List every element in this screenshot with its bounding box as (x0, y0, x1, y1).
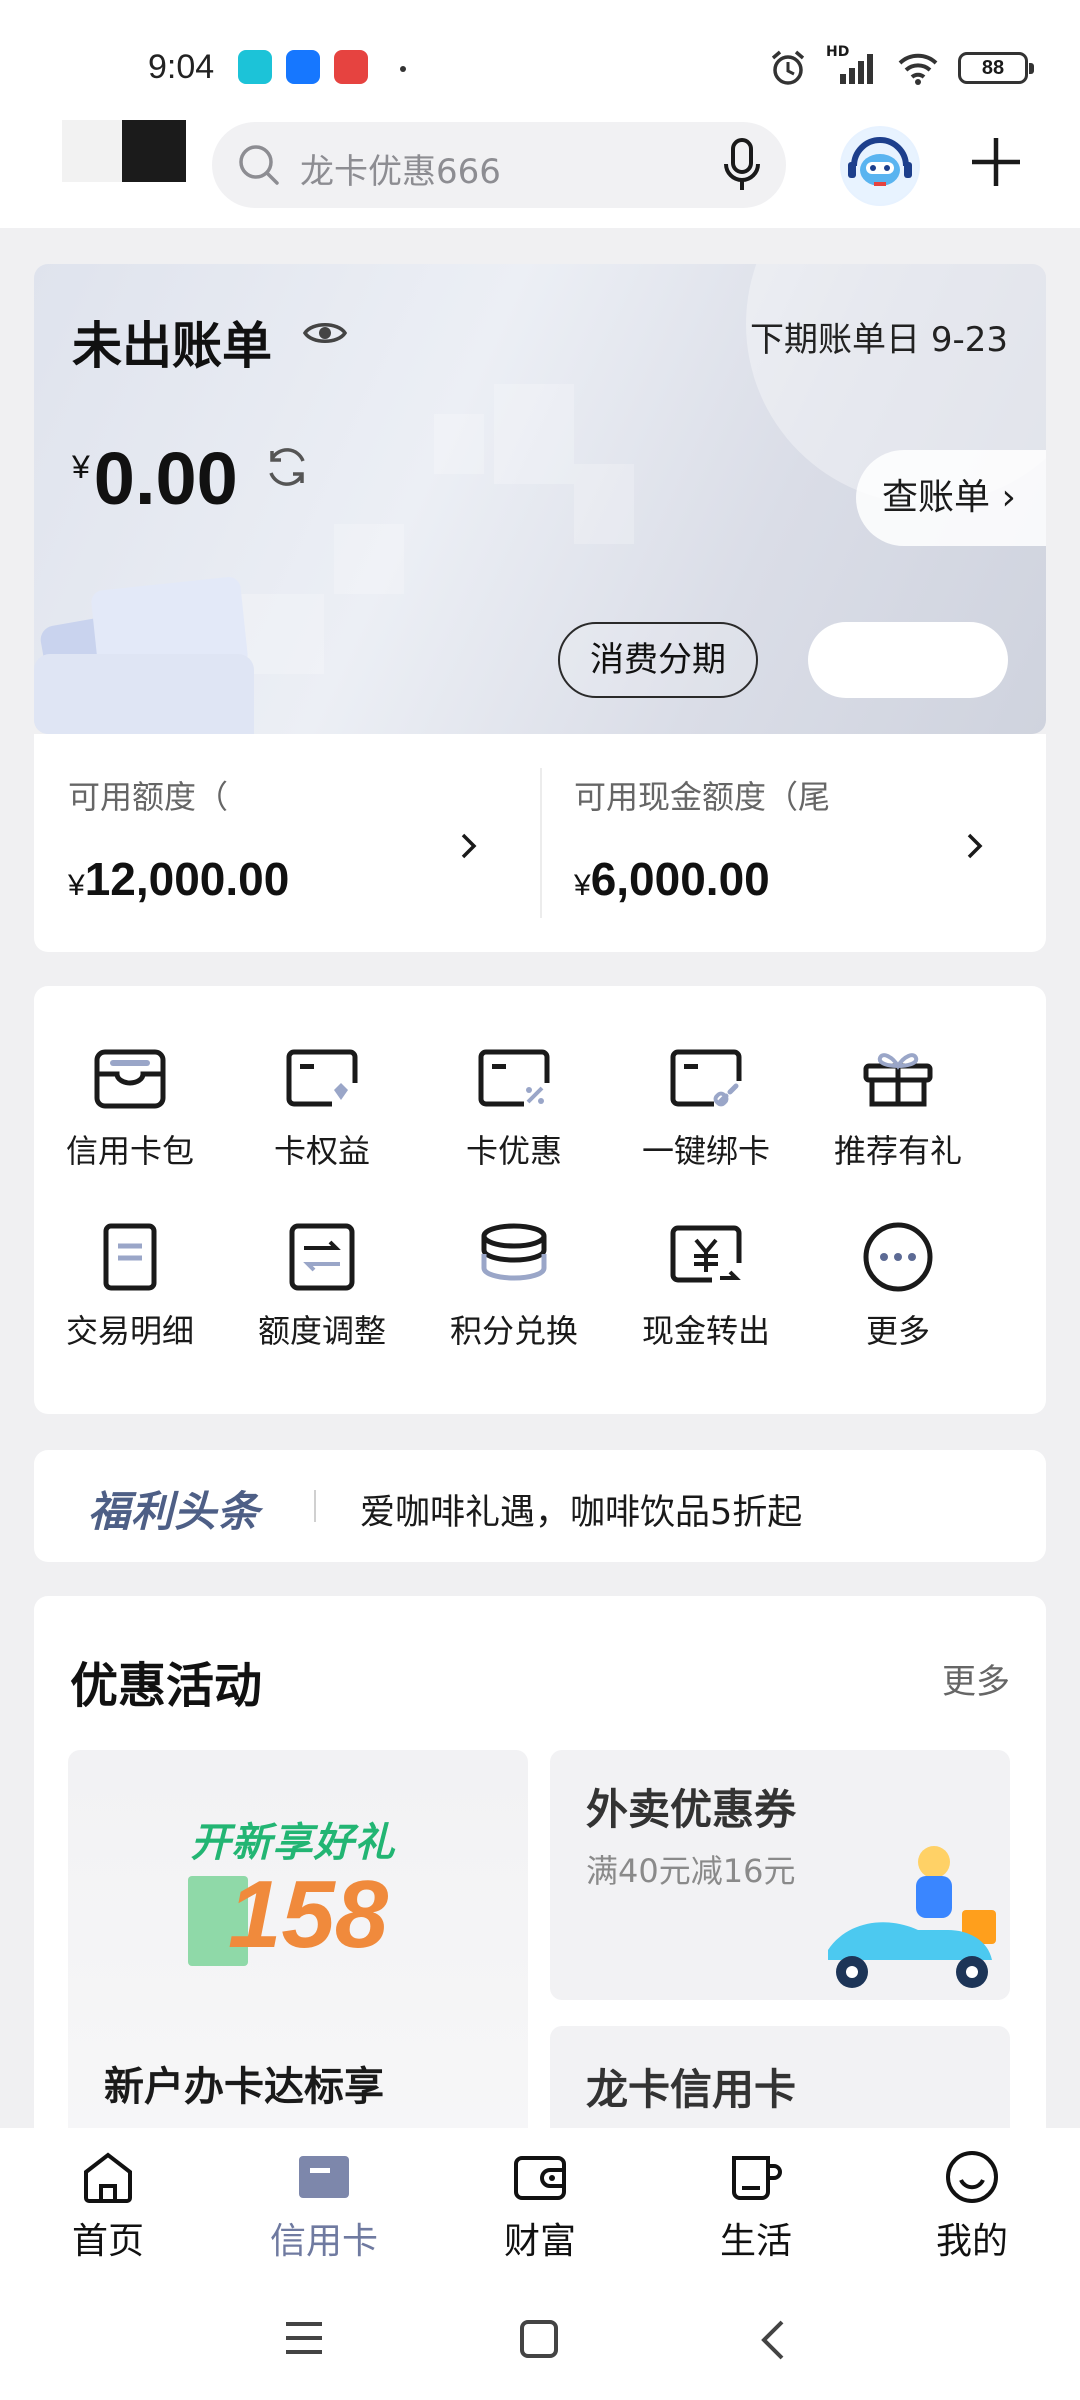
cash-transfer-icon (670, 1225, 742, 1283)
home-square-icon[interactable] (518, 2318, 560, 2364)
cash-limit-value: ¥6,000.00 (574, 853, 770, 905)
system-navigation-bar (0, 2278, 1080, 2400)
battery-indicator: 88 (958, 52, 1034, 84)
credit-card-icon (299, 2156, 349, 2198)
welfare-headline-brand: 福利头条 (88, 1487, 261, 1536)
top-header: 龙卡优惠666 (0, 120, 1080, 228)
signal-icon: HD (826, 44, 878, 86)
more-notifications-dot (400, 66, 406, 72)
tab-home[interactable]: 首页 (33, 2150, 183, 2264)
new-user-caption: 新户办卡达标享 (104, 2064, 384, 2110)
more-icon (863, 1222, 933, 1292)
longcard-title: 龙卡信用卡 (586, 2065, 797, 2114)
chevron-right-icon (967, 833, 983, 859)
installment-button[interactable]: 消费分期 (558, 622, 758, 698)
promotions-more-link[interactable]: 更多 (942, 1654, 1010, 1703)
assistant-robot-icon[interactable] (840, 126, 920, 206)
available-limit-value: ¥12,000.00 (68, 853, 290, 905)
grid-item-card-discount[interactable]: 卡优惠 (418, 1046, 610, 1172)
microphone-icon[interactable] (722, 134, 762, 196)
alarm-icon (771, 50, 805, 85)
menu-icon[interactable] (282, 2318, 326, 2362)
unbilled-amount: ¥0.00 (72, 437, 238, 520)
notification-app-icon (334, 50, 368, 84)
new-user-banner: 开新享好礼 158 (188, 1810, 398, 1980)
available-limit[interactable]: 可用额度（ ¥12,000.00 (34, 734, 540, 952)
available-limit-label: 可用额度（ (68, 778, 229, 816)
limit-adjust-icon (289, 1223, 355, 1291)
welfare-headline-text: 爱咖啡礼遇，咖啡饮品5折起 (360, 1493, 803, 1533)
wallet-icon (514, 2156, 566, 2200)
grid-item-card-bind[interactable]: 一键绑卡 (610, 1046, 802, 1172)
promotions-title: 优惠活动 (70, 1658, 263, 1714)
transaction-detail-icon (103, 1223, 157, 1291)
grid-item-cash-transfer[interactable]: 现金转出 (610, 1222, 802, 1352)
gift-icon (863, 1053, 933, 1107)
promotions-section: 优惠活动 更多 开新享好礼 158 新户办卡达标享 外卖优惠券 满40元减16元… (34, 1596, 1046, 2136)
promo-card-delivery-coupon[interactable]: 外卖优惠券 满40元减16元 (550, 1750, 1010, 2000)
eye-icon[interactable] (302, 316, 348, 350)
add-icon[interactable] (968, 134, 1024, 190)
credit-limit-panel: 可用额度（ ¥12,000.00 可用现金额度（尾 ¥6,000.00 (34, 734, 1046, 952)
promo-card-longcard[interactable]: 龙卡信用卡 (550, 2026, 1010, 2136)
function-grid: 信用卡包 卡权益 卡优惠 一键绑卡 推荐有礼 交易明细 额度调整 积分兑换 现金… (34, 986, 1046, 1414)
tab-life[interactable]: 生活 (681, 2150, 831, 2264)
smile-icon (946, 2151, 998, 2203)
cash-limit-label: 可用现金额度（尾 (574, 778, 831, 816)
card-wallet-icon (94, 1049, 166, 1109)
alipay-icon (286, 50, 320, 84)
grid-item-transactions[interactable]: 交易明细 (34, 1222, 226, 1352)
refresh-icon[interactable] (262, 442, 312, 492)
grid-item-more[interactable]: 更多 (802, 1222, 994, 1352)
grid-item-card-benefit[interactable]: 卡权益 (226, 1046, 418, 1172)
points-exchange-icon (481, 1223, 547, 1281)
cup-icon (732, 2156, 782, 2200)
grid-item-points-exchange[interactable]: 积分兑换 (418, 1222, 610, 1352)
next-bill-date: 下期账单日 9-23 (750, 320, 1008, 360)
status-time: 9:04 (148, 48, 215, 86)
grid-item-card-wallet[interactable]: 信用卡包 (34, 1046, 226, 1172)
grid-item-limit-adjust[interactable]: 额度调整 (226, 1222, 418, 1352)
chevron-right-icon (461, 833, 477, 859)
card-bind-icon (670, 1049, 742, 1107)
grid-item-referral-gift[interactable]: 推荐有礼 (802, 1046, 994, 1172)
bill-card: 未出账单 下期账单日 9-23 ¥0.00 查账单 › 消费分期 (34, 264, 1046, 734)
delivery-scooter-illustration (828, 1846, 996, 1988)
bottom-tab-bar: 首页 信用卡 财富 生活 我的 (0, 2128, 1080, 2278)
app-store-icon (238, 50, 272, 84)
home-icon (84, 2152, 132, 2203)
welfare-headline[interactable]: 福利头条 爱咖啡礼遇，咖啡饮品5折起 (34, 1450, 1046, 1562)
tab-mine[interactable]: 我的 (897, 2150, 1047, 2264)
search-icon (239, 145, 279, 185)
delivery-coupon-title: 外卖优惠券 (586, 1785, 797, 1834)
card-discount-icon (478, 1049, 550, 1107)
wifi-icon (898, 53, 938, 85)
delivery-coupon-subtitle: 满40元减16元 (586, 1852, 796, 1890)
repay-button-redacted[interactable] (808, 622, 1008, 698)
status-bar: 9:04 HD 88 (0, 0, 1080, 120)
card-benefit-icon (286, 1049, 358, 1107)
available-cash-limit[interactable]: 可用现金额度（尾 ¥6,000.00 (540, 734, 1046, 952)
promo-card-new-user[interactable]: 开新享好礼 158 新户办卡达标享 (68, 1750, 528, 2136)
tab-wealth[interactable]: 财富 (465, 2150, 615, 2264)
tab-credit-card[interactable]: 信用卡 (249, 2150, 399, 2264)
card-folder-illustration (34, 577, 254, 734)
unbilled-title: 未出账单 (72, 317, 272, 375)
search-placeholder: 龙卡优惠666 (300, 152, 501, 192)
network-type-label: HD (826, 44, 850, 60)
back-arrow-icon[interactable] (756, 2318, 788, 2366)
user-avatar-redacted[interactable] (62, 120, 186, 182)
search-bar[interactable]: 龙卡优惠666 (212, 122, 786, 208)
view-bill-button[interactable]: 查账单 › (856, 450, 1046, 546)
